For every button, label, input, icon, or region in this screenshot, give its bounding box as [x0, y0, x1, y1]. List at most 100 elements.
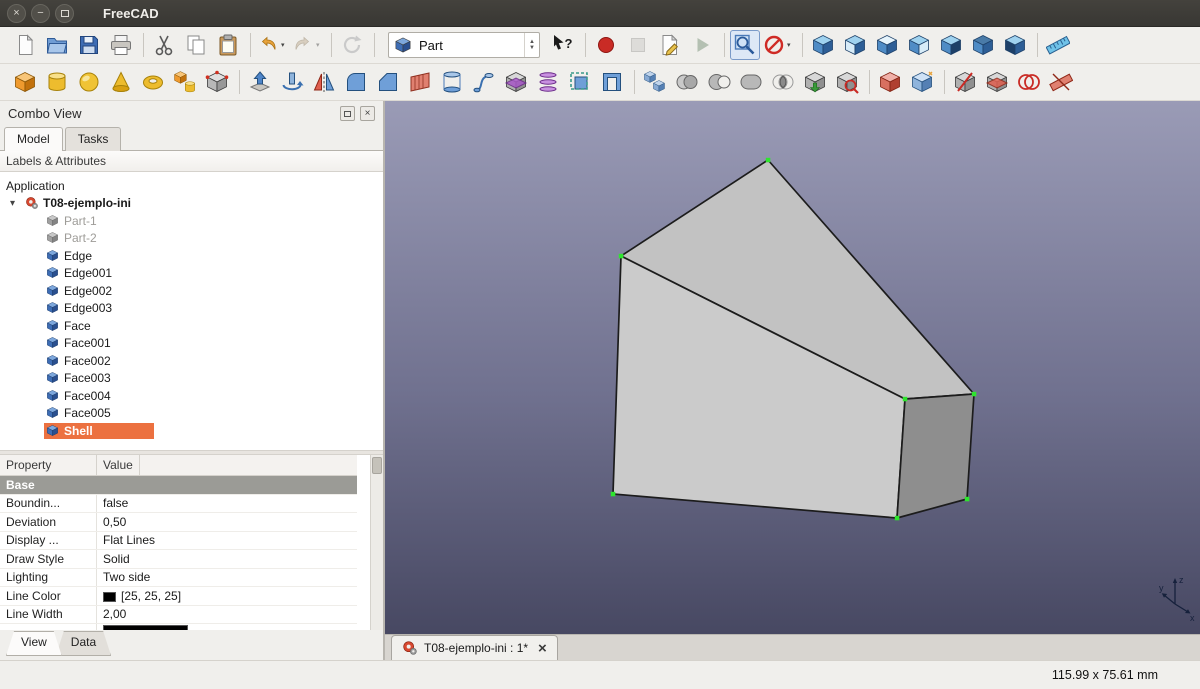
tree-item-face004[interactable]: Face004: [0, 387, 383, 405]
part-cut-button[interactable]: [704, 67, 734, 97]
save-button[interactable]: [74, 30, 104, 60]
scrollbar-thumb[interactable]: [372, 457, 382, 474]
tab-model[interactable]: Model: [4, 127, 63, 151]
3d-shape[interactable]: [385, 101, 1200, 634]
paste-button[interactable]: [213, 30, 243, 60]
document-tab[interactable]: T08-ejemplo-ini : 1*: [391, 635, 558, 660]
view-right-button[interactable]: [904, 30, 934, 60]
part-fillet-button[interactable]: [341, 67, 371, 97]
tree-item-face[interactable]: Face: [0, 317, 383, 335]
dropdown-arrow-icon[interactable]: ▾: [316, 41, 324, 49]
window-minimize-button[interactable]: −: [31, 4, 50, 23]
property-scrollbar[interactable]: [370, 455, 383, 630]
view-bottom-button[interactable]: [968, 30, 998, 60]
shape-right-face[interactable]: [897, 394, 974, 518]
tree-item-face002[interactable]: Face002: [0, 352, 383, 370]
part-sphere-button[interactable]: [74, 67, 104, 97]
part-cone-button[interactable]: [106, 67, 136, 97]
whats-this-button[interactable]: ?: [548, 30, 578, 60]
close-tab-icon[interactable]: [538, 641, 547, 656]
part-box-button[interactable]: [10, 67, 40, 97]
dropdown-arrow-icon[interactable]: ▾: [281, 41, 289, 49]
part-join-connect-button[interactable]: [800, 67, 830, 97]
fit-all-button[interactable]: [730, 30, 760, 60]
part-section-button[interactable]: [501, 67, 531, 97]
window-close-button[interactable]: ×: [7, 4, 26, 23]
part-union-button[interactable]: [736, 67, 766, 97]
part-ruled-surface-button[interactable]: [405, 67, 435, 97]
cut-button[interactable]: [149, 30, 179, 60]
part-loft-button[interactable]: [437, 67, 467, 97]
part-primitives-button[interactable]: [170, 67, 200, 97]
tree-item-edge003[interactable]: Edge003: [0, 300, 383, 318]
part-cylinder-button[interactable]: [42, 67, 72, 97]
property-group-base[interactable]: Base: [0, 476, 357, 495]
part-chamfer-button[interactable]: [373, 67, 403, 97]
property-row[interactable]: LightingTwo side: [0, 569, 357, 588]
part-check-geometry-button[interactable]: [832, 67, 862, 97]
tree-item-application[interactable]: Application: [0, 177, 383, 195]
part-shape-builder-button[interactable]: [202, 67, 232, 97]
tree-item-edge002[interactable]: Edge002: [0, 282, 383, 300]
property-column-header[interactable]: Value: [97, 455, 140, 475]
print-button[interactable]: [106, 30, 136, 60]
part-cross-sections-button[interactable]: [533, 67, 563, 97]
view-axonometric-button[interactable]: [808, 30, 838, 60]
part-section-cut-button[interactable]: [1046, 67, 1076, 97]
tree-column-header[interactable]: Labels & Attributes: [0, 151, 383, 172]
property-row[interactable]: Display ...Flat Lines: [0, 532, 357, 551]
property-row[interactable]: Line Color[25, 25, 25]: [0, 587, 357, 606]
view-top-button[interactable]: [872, 30, 902, 60]
tree-item-part-2[interactable]: Part-2: [0, 230, 383, 248]
panel-close-button[interactable]: ×: [360, 106, 375, 121]
tree-item-document[interactable]: ▾ T08-ejemplo-ini: [0, 195, 383, 213]
part-defeaturing-button[interactable]: [875, 67, 905, 97]
property-row[interactable]: Boundin...false: [0, 495, 357, 514]
draw-style-button[interactable]: ▾: [762, 30, 795, 60]
part-slice-button[interactable]: [982, 67, 1012, 97]
window-maximize-button[interactable]: [55, 4, 74, 23]
part-split-button[interactable]: [950, 67, 980, 97]
tree-item-face005[interactable]: Face005: [0, 405, 383, 423]
part-extrude-button[interactable]: [245, 67, 275, 97]
expander-icon[interactable]: ▾: [10, 198, 25, 209]
redo-button[interactable]: ▾: [291, 30, 324, 60]
tree-item-part-1[interactable]: Part-1: [0, 212, 383, 230]
property-row[interactable]: Deviation0,50: [0, 513, 357, 532]
part-boolean-xor-button[interactable]: [1014, 67, 1044, 97]
part-torus-button[interactable]: [138, 67, 168, 97]
macro-record-button[interactable]: [591, 30, 621, 60]
tree-item-shell[interactable]: Shell: [0, 422, 383, 440]
tab-tasks[interactable]: Tasks: [65, 127, 122, 151]
measure-distance-button[interactable]: [1043, 30, 1073, 60]
macro-edit-button[interactable]: [655, 30, 685, 60]
tree-item-edge001[interactable]: Edge001: [0, 265, 383, 283]
open-folder-button[interactable]: [42, 30, 72, 60]
property-column-header[interactable]: Property: [0, 455, 97, 475]
property-row[interactable]: Draw StyleSolid: [0, 550, 357, 569]
view-front-button[interactable]: [840, 30, 870, 60]
refresh-button[interactable]: [337, 30, 367, 60]
3d-viewport[interactable]: z y x: [385, 101, 1200, 634]
part-refine-shape-button[interactable]: [907, 67, 937, 97]
part-revolve-button[interactable]: [277, 67, 307, 97]
tab-data[interactable]: Data: [56, 631, 111, 656]
undo-button[interactable]: ▾: [256, 30, 289, 60]
tab-view[interactable]: View: [6, 631, 62, 656]
part-boolean-button[interactable]: [672, 67, 702, 97]
view-left-button[interactable]: [1000, 30, 1030, 60]
part-compound-button[interactable]: [640, 67, 670, 97]
part-thickness-button[interactable]: [597, 67, 627, 97]
view-rear-button[interactable]: [936, 30, 966, 60]
macro-stop-button[interactable]: [623, 30, 653, 60]
part-sweep-button[interactable]: [469, 67, 499, 97]
macro-play-button[interactable]: [687, 30, 717, 60]
property-row[interactable]: [0, 624, 357, 630]
workbench-spinner[interactable]: ▲▼: [524, 33, 539, 57]
part-mirror-button[interactable]: [309, 67, 339, 97]
dropdown-arrow-icon[interactable]: ▾: [787, 41, 795, 49]
workbench-selector[interactable]: Part▲▼: [388, 32, 540, 58]
panel-float-button[interactable]: [340, 106, 355, 121]
copy-button[interactable]: [181, 30, 211, 60]
part-intersection-button[interactable]: [768, 67, 798, 97]
